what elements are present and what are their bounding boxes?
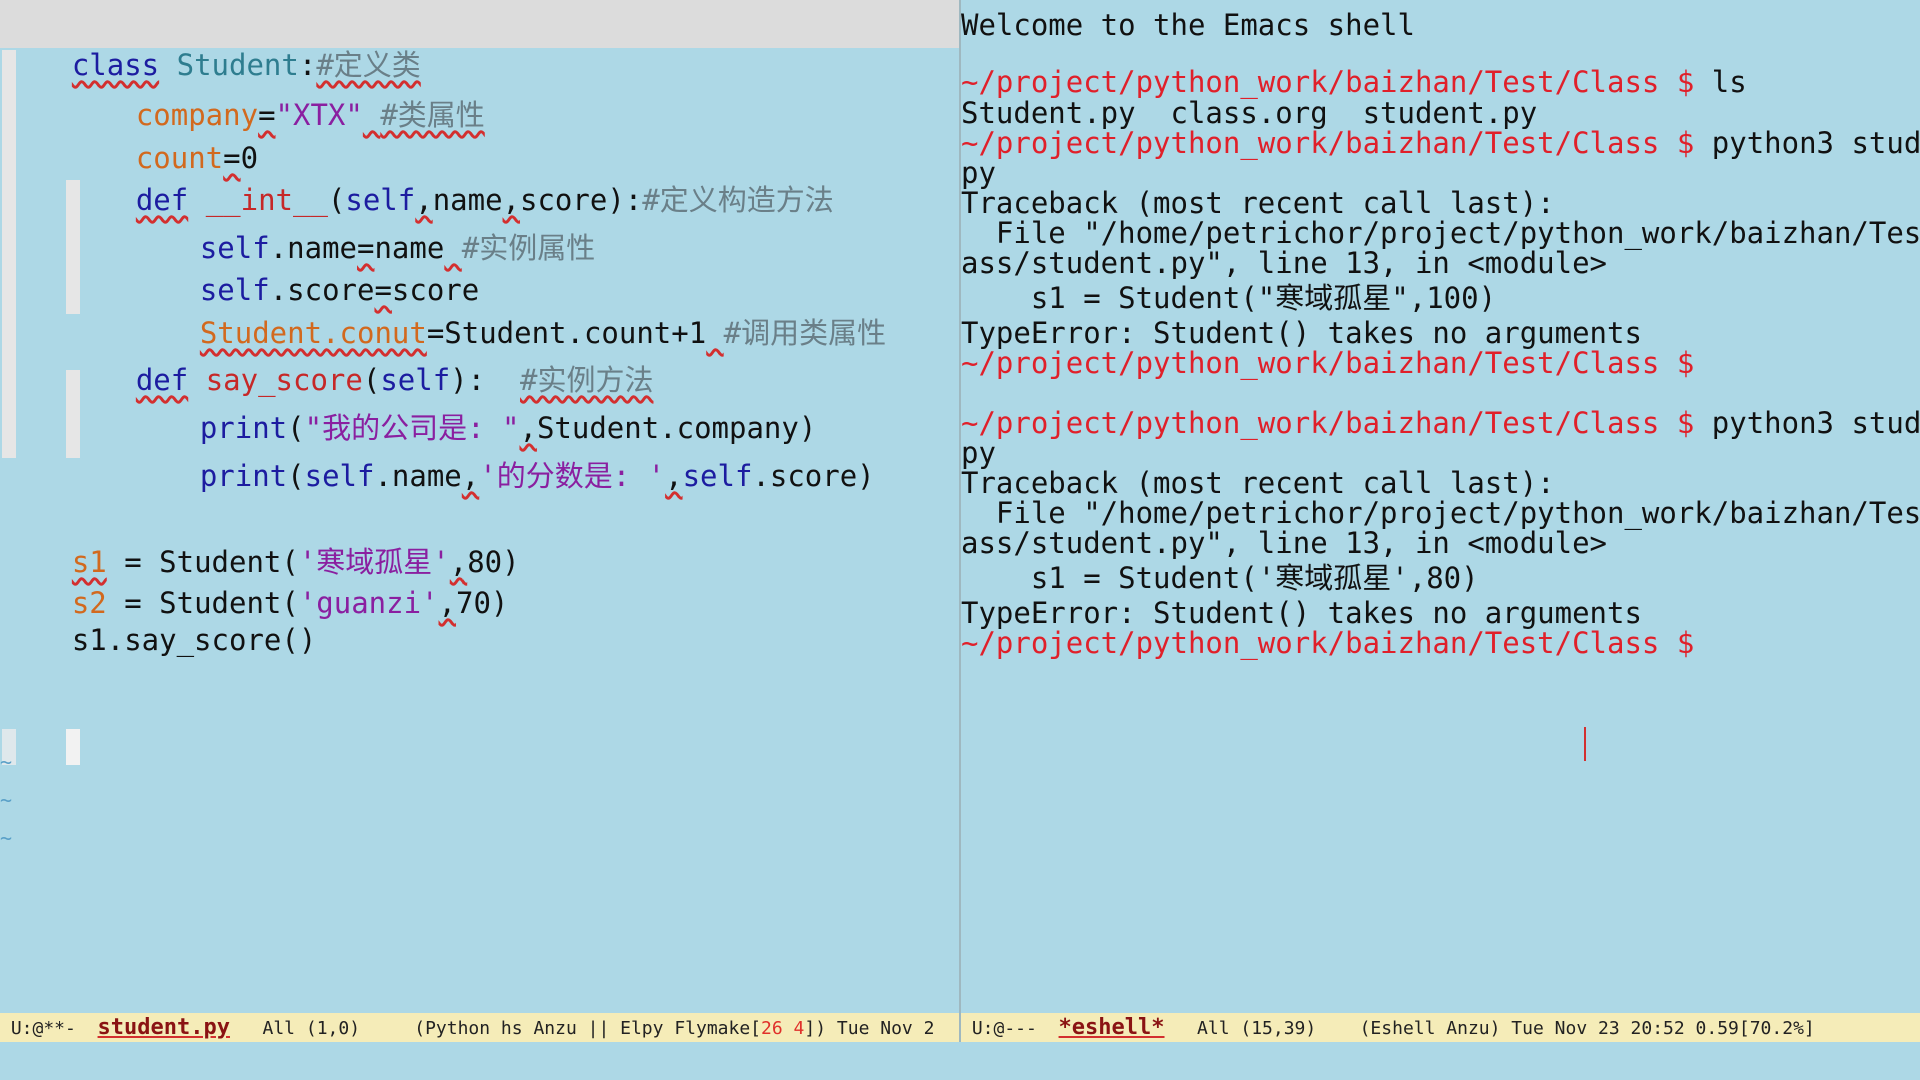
shell-cursor [1584,727,1586,761]
code-line-1[interactable]: class Student:#定义类 [2,5,421,82]
comment: #实例属性 [461,231,596,265]
shell-command: python3 student. [1711,126,1920,160]
flymake-warnings[interactable]: 4 [794,1018,805,1039]
code-line-8[interactable]: def say_score(self): #实例方法 [66,320,654,397]
shell-prompt-line: ~/project/python_work/baizhan/Test/Class… [961,403,1920,443]
eshell-window[interactable]: Welcome to the Emacs shell ~/project/pyth… [961,0,1920,1013]
mode-list[interactable]: (Eshell Anzu) Tue Nov 23 20:52 0.59[70.2… [1360,1018,1815,1039]
shell-command: python3 student. [1711,406,1920,440]
editor-window[interactable]: class Student:#定义类 company="XTX" #类属性 co… [0,0,959,1013]
shell-output-line: s1 = Student("寒域孤星",100) [961,281,1497,315]
shell-output-line: s1 = Student('寒域孤星',80) [961,561,1479,595]
shell-output-line: ass/student.py", line 13, in <module> [961,526,1608,560]
string: "XTX" [275,98,363,132]
modeline-eshell[interactable]: U:@--- *eshell* All (15,39) (Eshell Anzu… [961,1013,1920,1042]
shell-prompt-line: ~/project/python_work/baizhan/Test/Class… [961,343,1694,383]
code-line-9[interactable]: print("我的公司是: ",Student.company) [130,368,816,445]
modeline-editor[interactable]: U:@**- student.py All (1,0) (Python hs A… [0,1013,959,1042]
shell-prompt: ~/project/python_work/baizhan/Test/Class… [961,626,1695,660]
code-line-3[interactable]: count=0 [66,98,258,175]
comment: #类属性 [380,98,485,132]
string: '的分数是: ' [479,459,666,493]
buffer-name[interactable]: *eshell* [1059,1015,1165,1040]
code-line-6[interactable]: self.score=score [130,230,479,307]
empty-line-indicator: ~ [0,788,13,812]
empty-line-indicator: ~ [0,750,13,774]
comment: #调用类属性 [723,316,887,350]
code-line-4[interactable]: def __int__(self,name,score):#定义构造方法 [66,140,834,217]
code-line-12[interactable]: s1 = Student('寒域孤星',80) [2,502,520,579]
shell-prompt-line: ~/project/python_work/baizhan/Test/Class… [961,623,1694,663]
shell-prompt: ~/project/python_work/baizhan/Test/Class… [961,126,1695,160]
shell-output-line: ass/student.py", line 13, in <module> [961,246,1608,280]
code-line-13[interactable]: s2 = Student('guanzi',70) [2,543,509,620]
empty-line-indicator: ~ [0,826,13,850]
shell-output-line: Welcome to the Emacs shell [961,8,1415,42]
code-line-10[interactable]: print(self.name,'的分数是: ',self.score) [130,416,875,493]
code-line-7[interactable]: Student.conut=Student.count+1 #调用类属性 [130,273,886,350]
shell-command: ls [1694,65,1747,99]
mode-list[interactable]: (Python hs Anzu || Elpy Flymake[ [414,1018,761,1039]
shell-prompt-line: ~/project/python_work/baizhan/Test/Class… [961,123,1920,163]
flymake-errors[interactable]: 26 [761,1018,783,1039]
code-line-2[interactable]: company="XTX" #类属性 [66,55,485,132]
code-line-14[interactable]: s1.say_score() [2,580,316,657]
text-cursor [66,729,80,765]
string: 'guanzi' [298,586,439,620]
echo-area[interactable] [0,1042,1920,1080]
code-line-5[interactable]: self.name=name #实例属性 [130,188,595,265]
shell-prompt: ~/project/python_work/baizhan/Test/Class… [961,346,1695,380]
buffer-name[interactable]: student.py [98,1015,230,1040]
comment: #定义构造方法 [642,183,834,217]
shell-prompt: ~/project/python_work/baizhan/Test/Class… [961,406,1695,440]
